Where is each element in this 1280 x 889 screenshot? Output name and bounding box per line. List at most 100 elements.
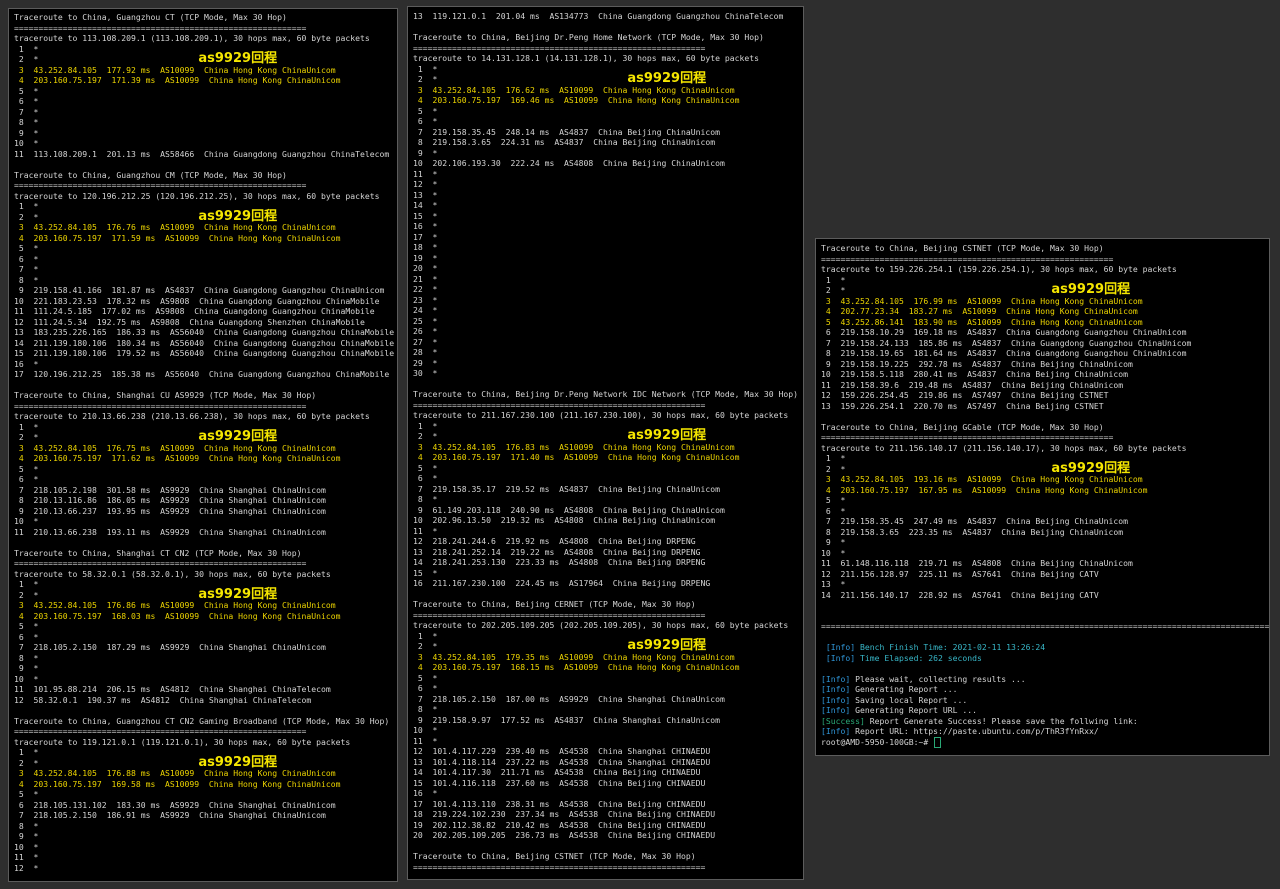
terminal-line: 8 *	[14, 275, 397, 286]
terminal-line: 10 219.158.5.118 280.41 ms AS4837 China …	[821, 369, 1269, 380]
terminal-line-text: 25 *	[413, 315, 438, 326]
terminal-line: 2 * as9929回程	[821, 283, 1269, 295]
terminal-line: 25 *	[413, 315, 803, 327]
terminal-line: 9 *	[14, 128, 397, 139]
terminal-line: traceroute to 119.121.0.1 (119.121.0.1),…	[14, 737, 397, 748]
terminal-line: traceroute to 210.13.66.238 (210.13.66.2…	[14, 411, 397, 422]
terminal-line-text: traceroute to 113.108.209.1 (113.108.209…	[14, 33, 370, 43]
terminal-line-text: 9 *	[14, 663, 39, 673]
terminal-line: 3 43.252.84.105 177.92 ms AS10099 China …	[14, 65, 397, 76]
terminal-line: 11 *	[413, 526, 803, 537]
terminal-line: 7 219.158.35.45 248.14 ms AS4837 China B…	[413, 127, 803, 138]
terminal-line-text: ========================================…	[821, 432, 1114, 442]
terminal-line-text: 8 *	[413, 494, 438, 504]
terminal-line-text: 10 *	[14, 673, 39, 684]
terminal-line: 28 *	[413, 347, 803, 358]
terminal-line-text: 4 203.160.75.197 171.59 ms AS10099 China…	[14, 232, 341, 243]
terminal-line: [Info] Time Elapsed: 262 seconds	[821, 653, 1269, 664]
terminal-line: 8 219.158.19.65 181.64 ms AS4837 China G…	[821, 348, 1269, 359]
terminal-line: traceroute to 159.226.254.1 (159.226.254…	[821, 264, 1269, 275]
terminal-line: 4 203.160.75.197 171.62 ms AS10099 China…	[14, 453, 397, 464]
terminal-line-text: 12 111.24.5.34 192.75 ms AS9808 China Gu…	[14, 316, 365, 327]
terminal-line: 23 *	[413, 295, 803, 306]
terminal-line: 12 *	[14, 863, 397, 874]
terminal-line: 6 *	[14, 96, 397, 107]
terminal-line-text: 3 43.252.84.105 179.35 ms AS10099 China …	[413, 651, 735, 662]
terminal-line: ========================================…	[413, 43, 803, 54]
log-level-tag: [Info]	[821, 726, 851, 736]
log-level-tag: [Info]	[821, 673, 851, 684]
terminal-line-text: 9 61.149.203.118 240.90 ms AS4808 China …	[413, 504, 725, 515]
terminal-line: 12 218.241.244.6 219.92 ms AS4808 China …	[413, 536, 803, 547]
terminal-window-right[interactable]: Traceroute to China, Beijing CSTNET (TCP…	[815, 238, 1270, 756]
terminal-line-text: 12 58.32.0.1 190.37 ms AS4812 China Shan…	[14, 694, 312, 705]
terminal-line-text: 9 219.158.41.166 181.87 ms AS4837 China …	[14, 285, 385, 295]
terminal-line-text: traceroute to 202.205.109.205 (202.205.1…	[413, 620, 789, 630]
terminal-line: 30 *	[413, 368, 803, 379]
terminal-line: 4 203.160.75.197 167.95 ms AS10099 China…	[821, 485, 1269, 496]
terminal-line: ========================================…	[14, 23, 397, 34]
terminal-line-text: 17 *	[413, 231, 438, 242]
terminal-line: 4 203.160.75.197 169.46 ms AS10099 China…	[413, 95, 803, 106]
terminal-line-text: 2 *	[14, 211, 39, 222]
terminal-line-text: ========================================…	[821, 253, 1114, 264]
terminal-line-text: Traceroute to China, Beijing CSTNET (TCP…	[821, 243, 1104, 253]
terminal-line-text: 7 218.105.2.150 187.00 ms AS9929 China S…	[413, 693, 725, 704]
terminal-line: 3 43.252.84.105 179.35 ms AS10099 China …	[413, 651, 803, 663]
terminal-line-text: 13 183.235.226.165 186.33 ms AS56040 Chi…	[14, 327, 395, 337]
terminal-output: Traceroute to China, Guangzhou CT (TCP M…	[14, 12, 397, 874]
terminal-line-text: 5 *	[821, 495, 846, 505]
terminal-line-text: Traceroute to China, Guangzhou CM (TCP M…	[14, 169, 287, 180]
return-route-annotation: as9929回程	[198, 429, 278, 444]
terminal-line-text: 15 211.139.180.106 179.52 ms AS56040 Chi…	[14, 348, 395, 358]
terminal-line-text: 16 *	[413, 788, 438, 798]
terminal-line-text: 10 *	[413, 725, 438, 735]
terminal-line-text: 11 113.108.209.1 201.13 ms AS58466 China…	[14, 148, 390, 159]
terminal-line: 13 183.235.226.165 186.33 ms AS56040 Chi…	[14, 327, 397, 338]
terminal-line-text: 10 202.106.193.30 222.24 ms AS4808 China…	[413, 158, 725, 168]
terminal-line: 19 *	[413, 252, 803, 264]
terminal-line-text: 20 202.205.109.205 236.73 ms AS4538 Chin…	[413, 830, 716, 840]
terminal-line: 2 * as9929回程	[14, 210, 397, 222]
return-route-annotation: as9929回程	[198, 586, 278, 602]
terminal-line: 6 *	[413, 116, 803, 127]
terminal-cursor[interactable]	[934, 736, 942, 748]
terminal-line-text: 8 *	[14, 652, 39, 663]
terminal-line-text: 12 218.241.244.6 219.92 ms AS4808 China …	[413, 536, 696, 546]
terminal-line: ========================================…	[821, 432, 1269, 443]
terminal-line: 5 *	[14, 621, 397, 632]
terminal-line: 14 211.156.140.17 228.92 ms AS7641 China…	[821, 590, 1269, 601]
terminal-line-text: 9 *	[413, 147, 438, 158]
return-route-annotation: as9929回程	[627, 638, 707, 653]
terminal-line: 16 *	[14, 359, 397, 370]
terminal-line-text: 6 *	[413, 473, 438, 483]
terminal-line-text: 21 *	[413, 273, 438, 284]
terminal-line-text: 19 *	[413, 252, 438, 263]
terminal-line-text: ========================================…	[413, 609, 706, 620]
terminal-line: 8 219.158.3.65 223.35 ms AS4837 China Be…	[821, 526, 1269, 538]
terminal-line-text: Traceroute to China, Beijing GCable (TCP…	[821, 421, 1104, 432]
terminal-line: 1 *	[821, 453, 1269, 464]
terminal-line-text: ========================================…	[821, 621, 1270, 631]
terminal-line: 19 202.112.38.82 210.42 ms AS4538 China …	[413, 820, 803, 831]
terminal-window-left[interactable]: Traceroute to China, Guangzhou CT (TCP M…	[8, 8, 398, 882]
terminal-line-text: 20 *	[413, 263, 438, 273]
terminal-line-text: 7 218.105.2.198 301.58 ms AS9929 China S…	[14, 484, 326, 495]
terminal-line: 7 *	[14, 107, 397, 118]
terminal-line: 4 203.160.75.197 169.58 ms AS10099 China…	[14, 779, 397, 790]
terminal-line: 11 *	[14, 852, 397, 863]
terminal-line: 12 58.32.0.1 190.37 ms AS4812 China Shan…	[14, 694, 397, 706]
terminal-line-text: 11 *	[413, 735, 438, 746]
terminal-line: 4 203.160.75.197 171.39 ms AS10099 China…	[14, 75, 397, 86]
terminal-line-text: 1 *	[413, 630, 438, 641]
terminal-line: 7 219.158.35.45 247.49 ms AS4837 China B…	[821, 516, 1269, 527]
terminal-line-text: 3 43.252.84.105 176.83 ms AS10099 China …	[413, 441, 735, 452]
terminal-line-text: 12 *	[413, 179, 438, 189]
terminal-line-text: 5 *	[14, 621, 39, 631]
terminal-line-text: 7 218.105.2.150 186.91 ms AS9929 China S…	[14, 810, 326, 820]
terminal-line: 16 *	[413, 788, 803, 799]
terminal-line: 1 *	[413, 421, 803, 432]
terminal-window-middle[interactable]: 13 119.121.0.1 201.04 ms AS134773 China …	[407, 6, 804, 880]
terminal-line-text: 8 219.158.3.65 223.35 ms AS4837 China Be…	[821, 526, 1124, 537]
terminal-line: 7 218.105.2.150 186.91 ms AS9929 China S…	[14, 810, 397, 821]
